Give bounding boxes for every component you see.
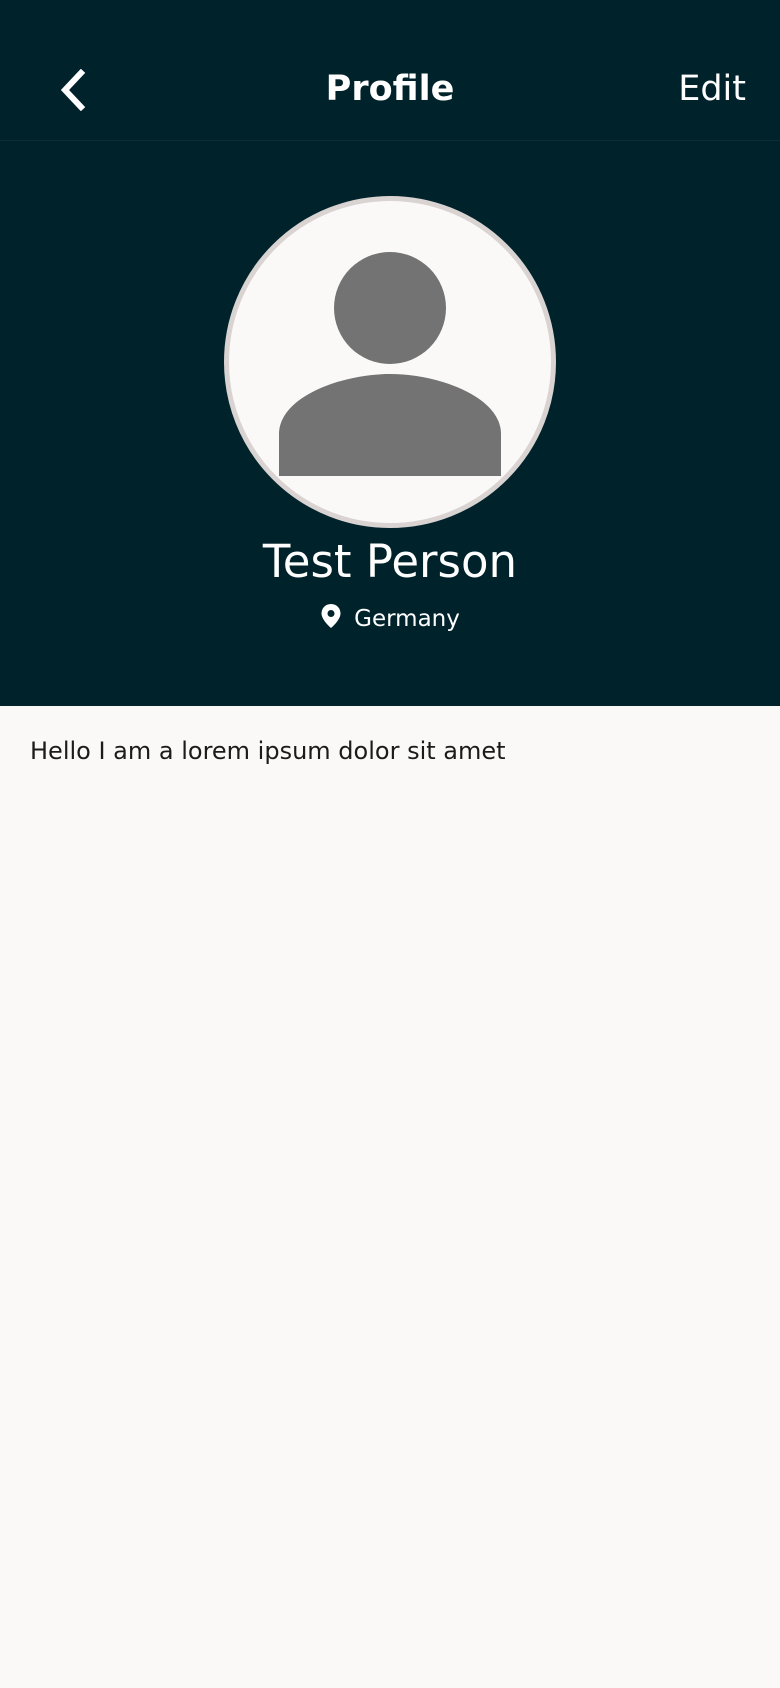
profile-bio: Hello I am a lorem ipsum dolor sit amet	[30, 737, 506, 765]
location-pin-icon	[320, 603, 342, 629]
profile-name: Test Person	[262, 535, 518, 588]
profile-header: Profile Edit Test Person Germany	[0, 0, 780, 706]
location-row: Germany	[0, 603, 780, 635]
avatar[interactable]	[224, 196, 556, 528]
person-placeholder-icon	[279, 252, 501, 476]
navigation-bar: Profile Edit	[0, 0, 780, 141]
edit-button[interactable]: Edit	[678, 64, 746, 114]
location-label: Germany	[354, 606, 460, 632]
page-title: Profile	[325, 69, 455, 109]
profile-screen: Profile Edit Test Person Germany Hello I…	[0, 0, 780, 1688]
